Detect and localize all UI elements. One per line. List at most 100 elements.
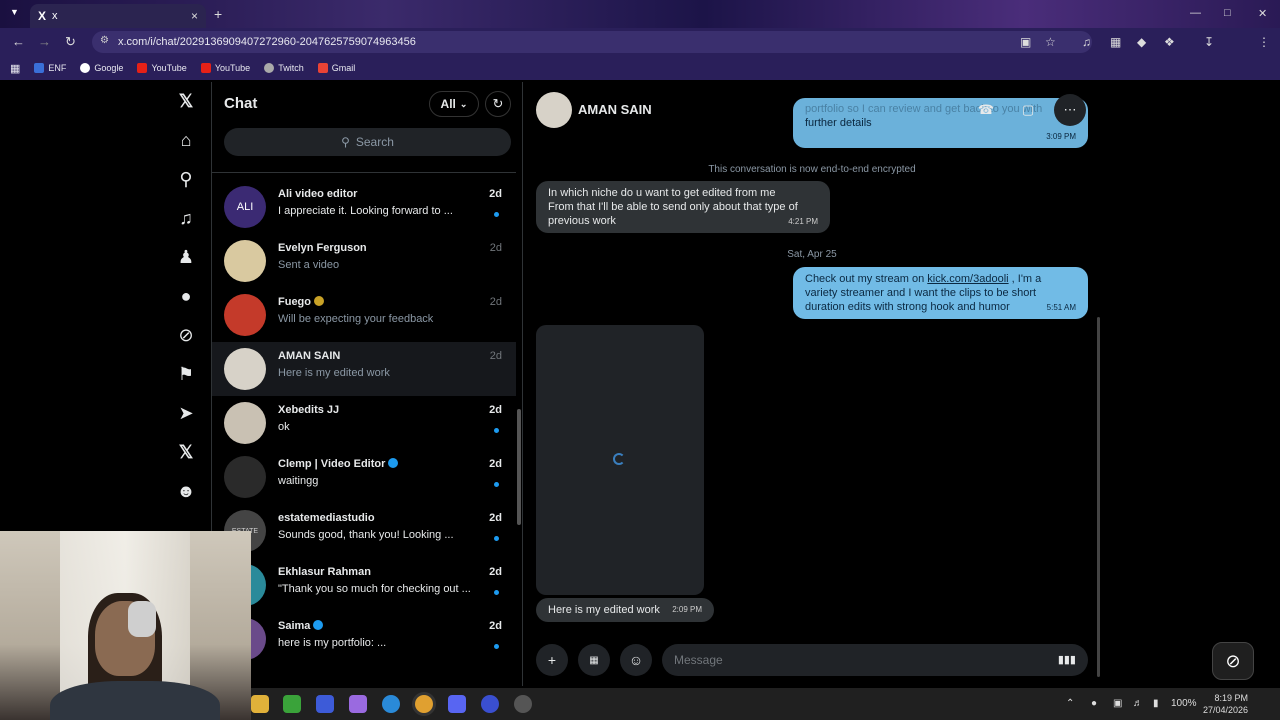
list-item[interactable]: Ekhlasur Rahman "Thank you so much for c…	[212, 558, 516, 612]
rocket-icon[interactable]: ➤	[174, 401, 198, 425]
settings-icon[interactable]	[514, 695, 532, 713]
address-bar-row: ← → ↻ ⚙ x.com/i/chat/2029136909407272960…	[0, 28, 1280, 78]
premium-icon[interactable]: 𝕏	[174, 440, 198, 464]
message-preview: "Thank you so much for checking out ...	[278, 583, 471, 595]
bookmark-item[interactable]: Google	[80, 63, 123, 73]
filter-dropdown[interactable]: All ⌄	[429, 91, 479, 117]
unread-dot	[494, 644, 499, 649]
contact-name: Saima	[278, 620, 324, 632]
bookmark-item[interactable]: YouTube	[137, 63, 187, 73]
chat-icon[interactable]: ●	[174, 284, 198, 308]
bookmarks-icon[interactable]: ⚑	[174, 362, 198, 386]
clock[interactable]: 8:19 PM 27/04/2026	[1203, 692, 1248, 716]
install-app-icon[interactable]: ▣	[1020, 35, 1031, 49]
display-icon[interactable]: ▣	[1113, 698, 1122, 709]
bookmark-item[interactable]: YouTube	[200, 63, 250, 73]
file-explorer-icon[interactable]	[251, 695, 269, 713]
search-icon: ⚲	[341, 135, 350, 149]
search-icon[interactable]: ⚲	[174, 167, 198, 191]
grok-button[interactable]: ⊘	[1212, 642, 1254, 680]
message-input[interactable]: Message ▮▮▮	[662, 644, 1088, 676]
bookmark-item[interactable]: ENF	[34, 63, 66, 73]
avatar[interactable]	[536, 92, 572, 128]
apps-icon[interactable]: ▦	[10, 62, 20, 75]
voice-icon[interactable]: ▮▮▮	[1058, 653, 1076, 666]
url-field[interactable]: ⚙ x.com/i/chat/2029136909407272960-20476…	[92, 31, 1092, 53]
extensions-icon[interactable]: ❖	[1164, 35, 1175, 49]
gif-button[interactable]: ▦	[578, 644, 610, 676]
search-input[interactable]: ⚲ Search	[224, 128, 511, 156]
xbox-icon[interactable]	[283, 695, 301, 713]
volume-icon[interactable]: ♬	[1133, 698, 1143, 709]
message-preview: Here is my edited work	[278, 367, 390, 379]
message-link[interactable]: kick.com/3adooli	[927, 273, 1008, 285]
browser-tab[interactable]: X x ×	[30, 4, 206, 28]
list-item[interactable]: ALI Ali video editor I appreciate it. Lo…	[212, 180, 516, 234]
new-tab-icon[interactable]: +	[214, 6, 222, 22]
message-bubble-incoming: In which niche do u want to get edited f…	[536, 181, 830, 233]
gmail-icon	[317, 63, 328, 73]
x-logo-icon[interactable]: 𝕏	[174, 89, 198, 113]
close-window-icon[interactable]: ✕	[1258, 7, 1267, 20]
notifications-icon[interactable]: ♫	[174, 206, 198, 230]
follow-icon[interactable]: ♟	[174, 245, 198, 269]
call-button[interactable]: ☎	[970, 94, 1002, 126]
home-icon[interactable]: ⌂	[174, 128, 198, 152]
emoji-button[interactable]: ☺	[620, 644, 652, 676]
list-item[interactable]: Fuego Will be expecting your feedback 2d	[212, 288, 516, 342]
maximize-icon[interactable]: □	[1224, 7, 1231, 19]
back-icon[interactable]: ←	[12, 34, 25, 49]
avatar	[224, 240, 266, 282]
read-aloud-icon[interactable]: ♫	[1082, 35, 1091, 49]
menu-icon[interactable]: ⋮	[1258, 35, 1270, 49]
bookmark-star-icon[interactable]: ☆	[1045, 35, 1056, 49]
extension-badge-icon[interactable]: ◆	[1137, 35, 1146, 49]
avatar	[224, 294, 266, 336]
list-item-active[interactable]: AMAN SAIN Here is my edited work 2d	[212, 342, 516, 396]
chat-list-scrollbar[interactable]	[517, 409, 521, 525]
bookmark-item[interactable]: Twitch	[264, 63, 304, 73]
visual-studio-icon[interactable]	[316, 695, 334, 713]
x-favicon-icon: X	[38, 9, 47, 23]
conversation-title[interactable]: AMAN SAIN	[578, 102, 652, 117]
list-item[interactable]: Evelyn Ferguson Sent a video 2d	[212, 234, 516, 288]
contact-name: Ekhlasur Rahman	[278, 566, 371, 578]
grok-icon[interactable]: ⊘	[174, 323, 198, 347]
bookmark-item[interactable]: Gmail	[317, 63, 355, 73]
list-item[interactable]: Xebedits JJ ok 2d	[212, 396, 516, 450]
conversation-scrollbar[interactable]	[1097, 317, 1100, 677]
battery-icon[interactable]: ▮	[1153, 698, 1159, 709]
forward-icon[interactable]: →	[38, 34, 51, 49]
discord-icon[interactable]	[448, 695, 466, 713]
video-call-button[interactable]: ▢	[1012, 94, 1044, 126]
more-button[interactable]: ⋯	[1054, 94, 1086, 126]
close-tab-icon[interactable]: ×	[191, 9, 198, 23]
contact-name: estatemediastudio	[278, 512, 375, 524]
edge-icon[interactable]	[382, 695, 400, 713]
tab-search-icon[interactable]: ▼	[10, 7, 19, 17]
app-icon[interactable]	[481, 695, 499, 713]
message-preview: Sounds good, thank you! Looking ...	[278, 529, 454, 541]
google-icon	[80, 63, 91, 73]
reload-icon[interactable]: ↻	[65, 34, 76, 50]
tray-chevron-icon[interactable]: ⌃	[1066, 698, 1074, 709]
profile-icon[interactable]: ☻	[174, 479, 198, 503]
contact-name: Ali video editor	[278, 188, 358, 200]
mic-icon[interactable]: ●	[1091, 698, 1097, 709]
video-attachment[interactable]	[536, 325, 704, 595]
download-icon[interactable]: ↧	[1204, 35, 1214, 49]
site-info-icon[interactable]: ⚙	[100, 35, 109, 46]
timestamp: 2d	[489, 566, 502, 578]
avatar	[224, 348, 266, 390]
copilot-icon[interactable]	[349, 695, 367, 713]
refresh-icon: ↻	[492, 96, 504, 111]
minimize-icon[interactable]: —	[1190, 7, 1201, 19]
list-item[interactable]: Saima here is my portfolio: ... 2d	[212, 612, 516, 666]
new-chat-button[interactable]: ↻	[485, 91, 511, 117]
chrome-icon[interactable]	[415, 695, 433, 713]
unread-dot	[494, 590, 499, 595]
add-attachment-button[interactable]: +	[536, 644, 568, 676]
list-item[interactable]: Clemp | Video Editor waitingg 2d	[212, 450, 516, 504]
extension-icon[interactable]: ▦	[1110, 35, 1121, 49]
list-item[interactable]: ESTATE estatemediastudio Sounds good, th…	[212, 504, 516, 558]
